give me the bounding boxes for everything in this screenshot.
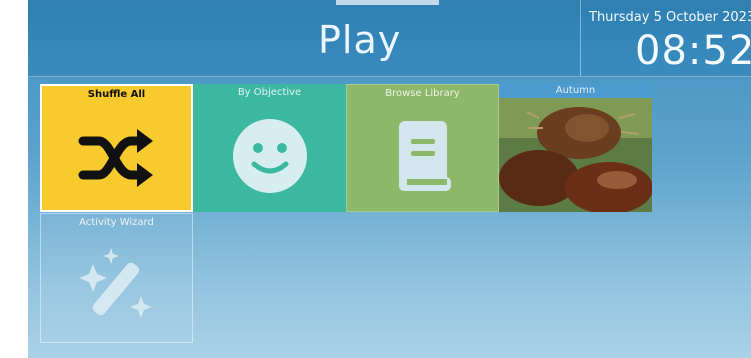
clock-date: Thursday 5 October 2023	[589, 10, 751, 25]
clock-panel: Thursday 5 October 2023 08:52	[580, 0, 751, 76]
tile-label: Autumn	[499, 84, 652, 98]
shuffle-icon	[42, 102, 191, 210]
book-icon	[347, 101, 498, 211]
tile-browse-library[interactable]: Browse Library	[346, 84, 499, 212]
clock-time: 08:52	[635, 28, 751, 74]
tile-shuffle-all[interactable]: Shuffle All	[40, 84, 193, 212]
tile-label: Browse Library	[385, 88, 460, 99]
tile-label: By Objective	[237, 87, 302, 98]
tile-label: Activity Wizard	[79, 217, 154, 228]
tile-label: Shuffle All	[87, 89, 146, 100]
magic-wand-icon	[41, 230, 192, 342]
chestnut-photo	[499, 98, 652, 212]
smiley-icon	[193, 100, 346, 212]
header-top-indicator	[336, 0, 439, 5]
tile-autumn[interactable]: Autumn	[499, 84, 652, 212]
tile-activity-wizard[interactable]: Activity Wizard	[40, 213, 193, 343]
header-bar: Play Thursday 5 October 2023 08:52	[28, 0, 751, 77]
tile-by-objective[interactable]: By Objective	[193, 84, 346, 212]
page-title: Play	[318, 18, 402, 62]
